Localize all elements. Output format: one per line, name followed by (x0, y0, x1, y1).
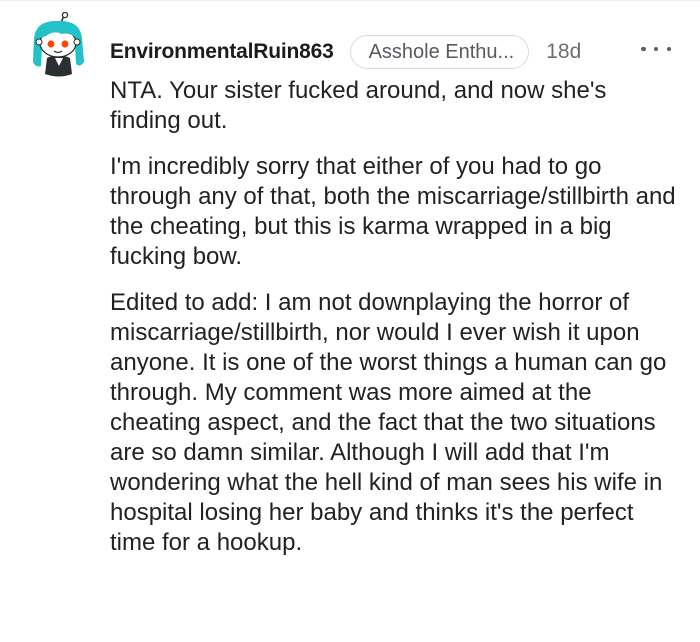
username[interactable]: EnvironmentalRuin863 (110, 40, 334, 64)
more-dot (666, 46, 671, 52)
comment-paragraph: NTA. Your sister fucked around, and now … (110, 77, 607, 134)
comment-paragraph: I'm incredibly sorry that either of you … (110, 153, 676, 270)
comment-paragraph: Edited to add: I am not downplaying the … (110, 289, 667, 556)
snoo-avatar-icon (33, 11, 84, 77)
user-avatar[interactable] (30, 11, 88, 80)
comment-body: NTA. Your sister fucked around, and now … (110, 76, 682, 574)
more-dot (641, 46, 646, 52)
comment-header: EnvironmentalRuin863 Asshole Enthu... 18… (110, 34, 581, 70)
comment-age: 18d (546, 40, 582, 63)
user-flair[interactable]: Asshole Enthu... (349, 35, 530, 69)
top-divider (0, 0, 700, 1)
more-dot (653, 46, 659, 52)
more-options-icon[interactable] (641, 43, 671, 55)
